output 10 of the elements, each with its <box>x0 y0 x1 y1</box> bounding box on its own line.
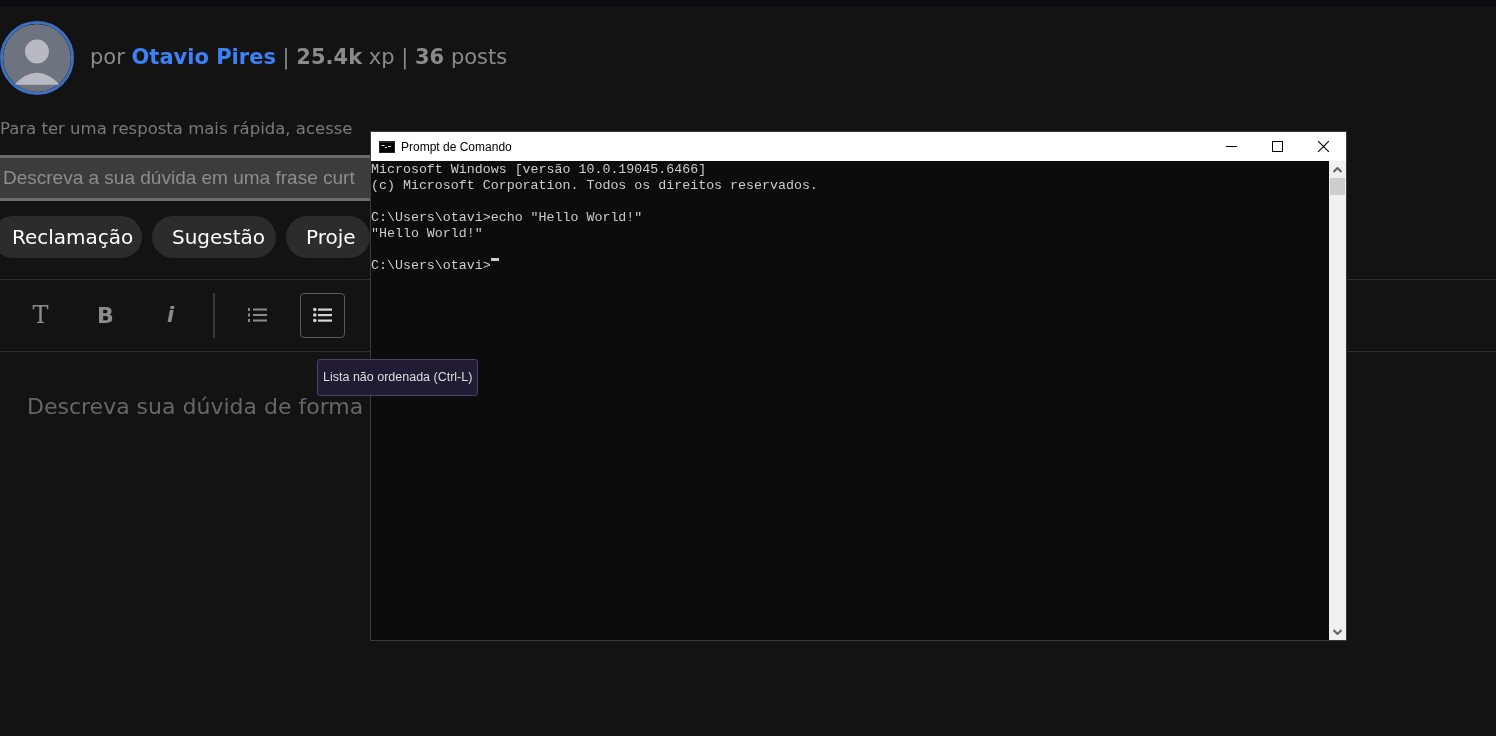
console-line: "Hello World!" <box>371 226 483 242</box>
console-line: C:\Users\otavi>echo "Hello World!" <box>371 210 643 226</box>
console-line: C:\Users\otavi> <box>371 258 491 274</box>
author-prefix: por <box>90 45 125 70</box>
window-title: Prompt de Comando <box>401 138 512 156</box>
author-stats: | 25.4k xp | 36 posts <box>282 45 508 70</box>
console-line: (c) Microsoft Corporation. Todos os direitos reservados. <box>371 178 818 194</box>
hint-text: Para ter uma resposta mais rápida, acesse <box>0 118 354 140</box>
tooltip: Lista não ordenada (Ctrl-L) <box>317 359 479 396</box>
console-line: Microsoft Windows [versão 10.0.19045.6466] <box>371 162 707 178</box>
